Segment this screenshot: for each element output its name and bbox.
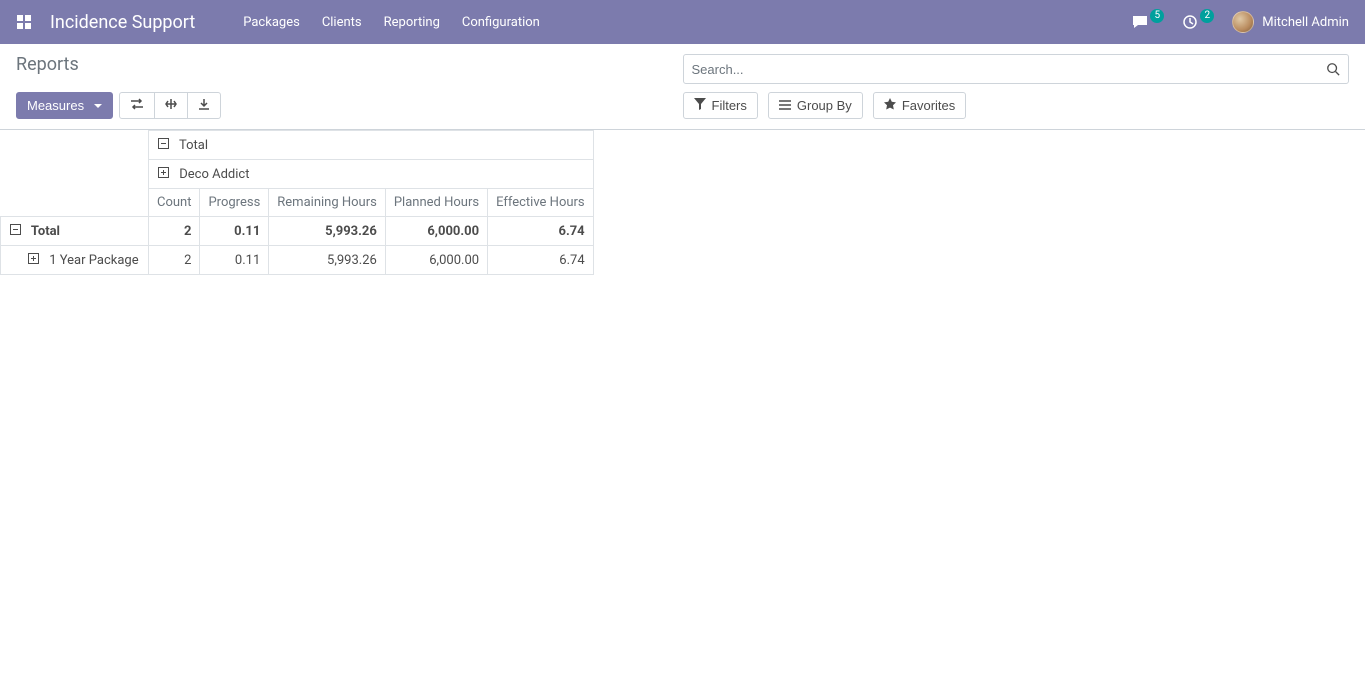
- row-total-header[interactable]: Total: [1, 217, 149, 246]
- col-header-total[interactable]: Total: [149, 131, 594, 160]
- app-title[interactable]: Incidence Support: [50, 12, 195, 33]
- nav-clients[interactable]: Clients: [322, 15, 362, 30]
- favorites-button[interactable]: Favorites: [873, 92, 966, 119]
- row-package-header[interactable]: 1 Year Package: [1, 246, 149, 275]
- groupby-label: Group By: [797, 98, 852, 113]
- row-total: Total 2 0.11 5,993.26 6,000.00 6.74: [1, 217, 594, 246]
- measure-header-remaining[interactable]: Remaining Hours: [269, 189, 386, 217]
- plus-icon[interactable]: [27, 252, 40, 265]
- row-package-label: 1 Year Package: [49, 253, 138, 268]
- navbar-left: Incidence Support Packages Clients Repor…: [16, 12, 540, 33]
- cell-total-remaining: 5,993.26: [269, 217, 386, 246]
- row-package: 1 Year Package 2 0.11 5,993.26 6,000.00 …: [1, 246, 594, 275]
- breadcrumb: Reports: [16, 54, 79, 75]
- download-xlsx-button[interactable]: [187, 92, 221, 119]
- row-total-label: Total: [31, 224, 60, 239]
- control-panel: Reports Measures: [0, 44, 1365, 130]
- col-header-group[interactable]: Deco Addict: [149, 160, 594, 189]
- exchange-icon: [130, 98, 144, 113]
- search-icon[interactable]: [1326, 62, 1340, 76]
- pivot-actions: [119, 92, 221, 119]
- cell-total-planned: 6,000.00: [385, 217, 487, 246]
- measures-label: Measures: [27, 98, 84, 113]
- col-total-label: Total: [179, 138, 208, 153]
- minus-icon[interactable]: [9, 223, 22, 236]
- measure-header-planned[interactable]: Planned Hours: [385, 189, 487, 217]
- navbar: Incidence Support Packages Clients Repor…: [0, 0, 1365, 44]
- cell-total-effective: 6.74: [488, 217, 594, 246]
- measures-button[interactable]: Measures: [16, 92, 113, 119]
- measure-header-effective[interactable]: Effective Hours: [488, 189, 594, 217]
- cell-r1-count: 2: [149, 246, 200, 275]
- activities-badge: 2: [1200, 9, 1214, 23]
- groupby-button[interactable]: Group By: [768, 92, 863, 119]
- measure-header-progress[interactable]: Progress: [200, 189, 269, 217]
- minus-icon[interactable]: [157, 137, 170, 150]
- expand-icon: [165, 98, 177, 113]
- flip-axis-button[interactable]: [119, 92, 155, 119]
- nav-reporting[interactable]: Reporting: [384, 15, 440, 30]
- cell-total-progress: 0.11: [200, 217, 269, 246]
- nav-menu: Packages Clients Reporting Configuration: [243, 15, 540, 30]
- messages-badge: 5: [1150, 9, 1164, 23]
- search-input[interactable]: [692, 62, 1327, 77]
- list-icon: [779, 98, 791, 113]
- star-icon: [884, 98, 896, 113]
- expand-all-button[interactable]: [154, 92, 188, 119]
- plus-icon[interactable]: [157, 166, 170, 179]
- download-icon: [198, 98, 210, 113]
- pivot-table: Total Deco Addict Count Progress Remaini…: [0, 130, 594, 275]
- measure-header-count[interactable]: Count: [149, 189, 200, 217]
- avatar: [1232, 11, 1254, 33]
- cell-r1-progress: 0.11: [200, 246, 269, 275]
- apps-icon[interactable]: [16, 14, 32, 30]
- cell-total-count: 2: [149, 217, 200, 246]
- navbar-right: 5 2 Mitchell Admin: [1132, 11, 1349, 33]
- cell-r1-remaining: 5,993.26: [269, 246, 386, 275]
- favorites-label: Favorites: [902, 98, 955, 113]
- pivot-table-area: Total Deco Addict Count Progress Remaini…: [0, 130, 1365, 275]
- chevron-down-icon: [94, 104, 102, 108]
- nav-configuration[interactable]: Configuration: [462, 15, 540, 30]
- cell-r1-planned: 6,000.00: [385, 246, 487, 275]
- col-group-label: Deco Addict: [179, 167, 249, 182]
- cell-r1-effective: 6.74: [488, 246, 594, 275]
- filter-icon: [694, 98, 706, 113]
- activities-icon[interactable]: 2: [1182, 14, 1214, 30]
- messaging-icon[interactable]: 5: [1132, 14, 1164, 30]
- user-name: Mitchell Admin: [1262, 15, 1349, 30]
- filters-button[interactable]: Filters: [683, 92, 758, 119]
- user-menu[interactable]: Mitchell Admin: [1232, 11, 1349, 33]
- nav-packages[interactable]: Packages: [243, 15, 300, 30]
- search-bar[interactable]: [683, 54, 1350, 84]
- pivot-corner: [1, 131, 149, 217]
- filters-label: Filters: [712, 98, 747, 113]
